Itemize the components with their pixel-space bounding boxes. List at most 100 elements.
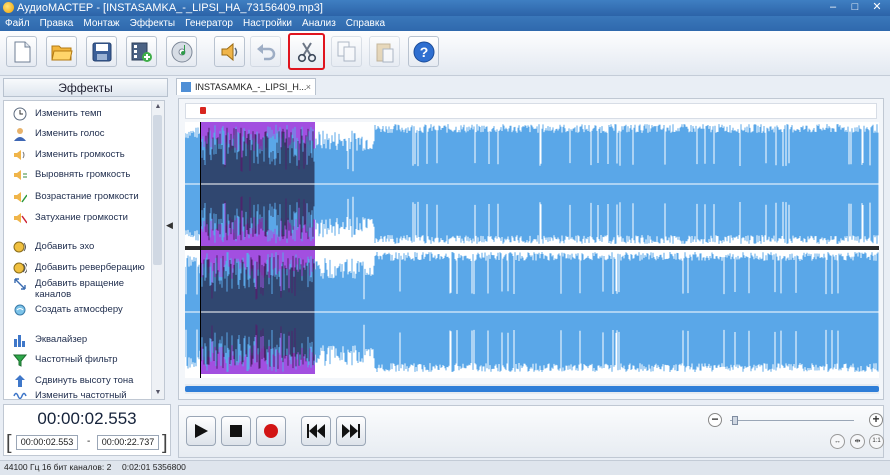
rotate-channels-icon — [14, 278, 26, 290]
stop-button[interactable] — [221, 416, 251, 446]
document-tabs: INSTASAMKA_-_LIPSI_H... × — [173, 78, 890, 96]
menu-item-effects[interactable]: Эффекты — [125, 16, 180, 31]
channel-center-line — [185, 183, 879, 185]
channel-divider — [185, 246, 879, 250]
new-file-icon — [14, 41, 30, 62]
record-icon — [264, 424, 278, 438]
equalizer-icon — [14, 335, 25, 347]
selection-end-field[interactable]: 00:00:22.737 — [97, 435, 159, 450]
menu-item-settings[interactable]: Настройки — [238, 16, 297, 31]
pitch-icon — [15, 375, 25, 387]
time-display: 00:00:02.553 [ 00:00:02.553 - 00:00:22.7… — [3, 404, 171, 456]
volume-button[interactable] — [214, 36, 245, 67]
minimize-button[interactable]: – — [822, 0, 844, 16]
tab-current-file[interactable]: INSTASAMKA_-_LIPSI_H... × — [176, 78, 316, 95]
scrollbar-thumb[interactable] — [153, 115, 162, 265]
rewind-button[interactable] — [301, 416, 331, 446]
effect-label: Изменить частотный — [35, 390, 127, 400]
effect-label: Добавить эхо — [35, 241, 95, 252]
save-icon — [92, 42, 111, 61]
timeline-ruler[interactable] — [185, 103, 877, 119]
maximize-button[interactable]: □ — [844, 0, 866, 16]
fade-out-icon — [14, 213, 27, 224]
help-icon: ? — [413, 41, 434, 62]
waveform-editor — [178, 98, 884, 400]
add-video-button[interactable] — [126, 36, 157, 67]
menu-bar: Файл Правка Монтаж Эффекты Генератор Нас… — [0, 16, 890, 31]
play-icon — [195, 424, 208, 438]
open-folder-icon — [50, 45, 73, 60]
scroll-down-icon[interactable]: ▼ — [152, 387, 164, 399]
volume-icon — [14, 150, 25, 160]
playhead-marker-icon[interactable] — [200, 107, 206, 114]
current-time: 00:00:02.553 — [37, 409, 137, 428]
menu-item-analysis[interactable]: Анализ — [297, 16, 341, 31]
rewind-icon — [307, 424, 325, 438]
close-window-button[interactable]: ✕ — [866, 0, 888, 16]
clock-icon — [13, 107, 27, 121]
fade-in-icon — [14, 192, 27, 203]
collapse-panel-icon[interactable]: ◀ — [166, 220, 173, 231]
open-button[interactable] — [46, 36, 77, 67]
cut-button[interactable] — [288, 33, 325, 70]
record-button[interactable] — [256, 416, 286, 446]
selection-start-field[interactable]: 00:00:02.553 — [16, 435, 78, 450]
status-bar: 44100 Гц 16 бит каналов: 2 0:02:01 53568… — [0, 460, 890, 475]
person-icon — [14, 128, 26, 141]
menu-item-edit[interactable]: Правка — [35, 16, 79, 31]
effect-label: Добавить реверберацию — [35, 262, 145, 273]
channel-center-line — [185, 311, 879, 313]
zoom-in-button[interactable]: + — [869, 413, 883, 427]
effects-panel-header: Эффекты — [3, 78, 168, 97]
stop-icon — [230, 425, 242, 437]
menu-item-generator[interactable]: Генератор — [180, 16, 238, 31]
filter-icon — [13, 354, 27, 367]
menu-item-help[interactable]: Справка — [341, 16, 390, 31]
undo-button[interactable] — [250, 36, 281, 67]
paste-button[interactable] — [369, 36, 400, 67]
effects-scrollbar[interactable]: ▲ ▼ — [151, 101, 164, 399]
frequency-icon — [13, 392, 27, 399]
effect-label: Выровнять громкость — [35, 169, 131, 180]
zoom-selection-icon[interactable]: ⇹ — [850, 434, 865, 449]
cd-icon — [171, 41, 192, 62]
effect-label: Изменить темп — [35, 108, 102, 119]
scroll-up-icon[interactable]: ▲ — [152, 101, 164, 113]
play-button[interactable] — [186, 416, 216, 446]
playhead-line — [200, 122, 201, 378]
scissors-icon — [297, 41, 316, 62]
zoom-out-button[interactable]: − — [708, 413, 722, 427]
paste-icon — [376, 43, 393, 62]
audio-file-icon — [181, 82, 191, 92]
new-file-button[interactable] — [6, 36, 37, 67]
fit-width-icon[interactable]: ↔ — [830, 434, 845, 449]
help-button[interactable]: ? — [408, 36, 439, 67]
effect-label: Возрастание громкости — [35, 191, 139, 202]
window-controls: – □ ✕ — [822, 0, 888, 16]
menu-item-montage[interactable]: Монтаж — [78, 16, 124, 31]
copy-button[interactable] — [331, 36, 362, 67]
bracket-left-icon: [ — [6, 432, 12, 454]
waveform-canvas[interactable] — [185, 122, 879, 378]
menu-item-file[interactable]: Файл — [0, 16, 35, 31]
add-video-icon — [131, 42, 152, 62]
zoom-slider-thumb[interactable] — [732, 416, 738, 425]
burn-cd-button[interactable] — [166, 36, 197, 67]
fast-forward-icon — [342, 424, 360, 438]
tab-label: INSTASAMKA_-_LIPSI_H... — [195, 82, 307, 92]
zoom-slider-track[interactable] — [730, 420, 854, 421]
save-button[interactable] — [86, 36, 117, 67]
fast-forward-button[interactable] — [336, 416, 366, 446]
zoom-one-to-one-icon[interactable]: 1:1 — [869, 434, 884, 449]
effect-label: Изменить голос — [35, 128, 105, 139]
waveform-scrollbar[interactable] — [185, 384, 879, 394]
close-tab-button[interactable]: × — [306, 79, 311, 95]
effect-label: Сдвинуть высоту тона — [35, 375, 134, 386]
effect-label: Изменить громкость — [35, 149, 125, 160]
effect-label: Затухание громкости — [35, 212, 128, 223]
echo-icon — [13, 241, 26, 253]
window-title: АудиоМАСТЕР - [INSTASAMKA_-_LIPSI_HA_731… — [17, 2, 323, 14]
speaker-icon — [221, 42, 237, 61]
scrollbar-thumb[interactable] — [185, 386, 879, 392]
effect-label: Частотный фильтр — [35, 354, 118, 365]
